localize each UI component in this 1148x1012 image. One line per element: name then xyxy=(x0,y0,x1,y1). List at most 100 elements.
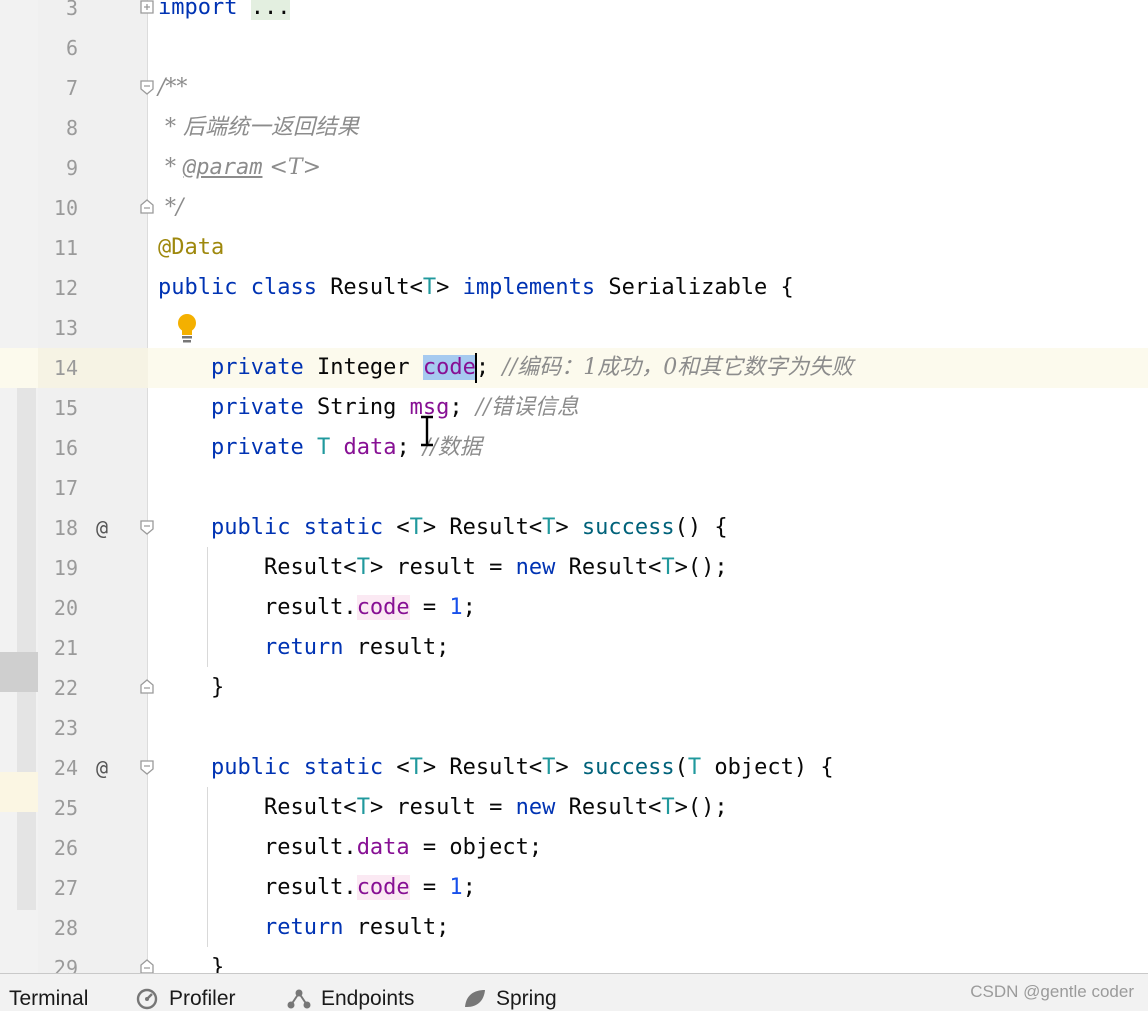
line-number: 21 xyxy=(53,636,78,660)
code-token: //编码：1成功，0和其它数字为失败 xyxy=(502,355,854,380)
code-token: ; xyxy=(449,395,476,420)
tab-profiler[interactable]: Profiler xyxy=(135,986,236,1012)
code-line[interactable]: 24 @ public static <T> Result<T> success(… xyxy=(0,748,1148,788)
code-text: /** xyxy=(158,68,187,108)
code-text: result.code = 1; xyxy=(158,868,476,908)
code-token: code xyxy=(356,875,410,900)
code-line[interactable]: 6 xyxy=(0,28,1148,68)
override-marker-icon[interactable]: @ xyxy=(96,748,108,788)
line-number: 26 xyxy=(53,836,78,860)
tab-endpoints-label: Endpoints xyxy=(321,987,415,1010)
code-token: Result< xyxy=(568,795,662,820)
code-line[interactable]: 3 import ... xyxy=(0,0,1148,28)
code-token: T xyxy=(316,435,344,460)
code-line[interactable]: 8 * 后端统一返回结果 xyxy=(0,108,1148,148)
code-text: public class Result<T> implements Serial… xyxy=(158,268,794,308)
fold-start-icon[interactable] xyxy=(139,759,155,775)
code-line[interactable]: 7 /** xyxy=(0,68,1148,108)
code-line[interactable]: 28 return result; xyxy=(0,908,1148,948)
code-text: Result<T> result = new Result<T>(); xyxy=(158,548,728,588)
lightbulb-icon[interactable] xyxy=(174,312,200,344)
tab-terminal-label: Terminal xyxy=(9,987,89,1010)
code-token: /** xyxy=(158,75,188,100)
code-token: @param xyxy=(183,155,263,180)
fold-end-icon[interactable] xyxy=(139,679,155,695)
override-marker-icon[interactable]: @ xyxy=(96,508,108,548)
fold-expand-icon[interactable] xyxy=(139,0,155,15)
line-number: 11 xyxy=(53,236,78,260)
code-line[interactable]: 9 * @param <T> xyxy=(0,148,1148,188)
code-line[interactable]: 22 } xyxy=(0,668,1148,708)
line-number: 3 xyxy=(65,0,78,20)
code-line[interactable]: 12 public class Result<T> implements Seri… xyxy=(0,268,1148,308)
indent-guide xyxy=(207,787,208,947)
code-token: object) { xyxy=(714,755,834,780)
line-number: 19 xyxy=(53,556,78,580)
code-text: * 后端统一返回结果 xyxy=(158,108,359,148)
line-number: 10 xyxy=(53,196,78,220)
code-line[interactable]: 14 private Integer code; //编码：1成功，0和其它数字… xyxy=(0,348,1148,388)
line-number: 22 xyxy=(53,676,78,700)
code-token: private xyxy=(158,355,317,380)
code-token: = object; xyxy=(409,835,543,860)
code-token: code xyxy=(356,595,410,620)
code-token: return xyxy=(263,635,357,660)
code-token: 1 xyxy=(449,875,463,900)
code-line[interactable]: 18 @ public static <T> Result<T> success(… xyxy=(0,508,1148,548)
line-number: 18 xyxy=(53,516,78,540)
code-token: > result = xyxy=(369,795,516,820)
fold-start-icon[interactable] xyxy=(139,519,155,535)
code-editor[interactable]: 3 import ... 6 7 /** 8 * 后端统一返回结果 9 * @param <… xyxy=(0,0,1148,973)
code-token: > xyxy=(555,755,582,780)
code-text: } xyxy=(158,948,224,973)
code-line[interactable]: 23 xyxy=(0,708,1148,748)
code-line[interactable]: 26 result.data = object; xyxy=(0,828,1148,868)
code-line[interactable]: 25 Result<T> result = new Result<T>(); xyxy=(0,788,1148,828)
code-token: Result< xyxy=(158,795,357,820)
line-number: 29 xyxy=(53,956,78,973)
code-line[interactable]: 20 result.code = 1; xyxy=(0,588,1148,628)
code-token: code xyxy=(422,355,476,380)
code-text: public static <T> Result<T> success(T ob… xyxy=(158,748,834,788)
text-cursor-icon xyxy=(421,415,433,447)
code-text: @Data xyxy=(158,228,224,268)
fold-start-icon[interactable] xyxy=(139,79,155,95)
code-line[interactable]: 16 private T data; //数据 xyxy=(0,428,1148,468)
code-token: result. xyxy=(158,875,357,900)
fold-end-icon[interactable] xyxy=(139,199,155,215)
code-line[interactable]: 27 result.code = 1; xyxy=(0,868,1148,908)
code-line[interactable]: 13 xyxy=(0,308,1148,348)
code-token: public static xyxy=(158,515,397,540)
code-line[interactable]: 17 xyxy=(0,468,1148,508)
code-token: new xyxy=(515,795,569,820)
code-token: result. xyxy=(158,595,357,620)
code-line[interactable]: 29 } xyxy=(0,948,1148,973)
code-line[interactable]: 19 Result<T> result = new Result<T>(); xyxy=(0,548,1148,588)
tab-endpoints[interactable]: Endpoints xyxy=(285,986,414,1012)
code-token: ( xyxy=(674,755,688,780)
code-token: ; xyxy=(462,875,476,900)
line-number: 17 xyxy=(53,476,78,500)
code-line[interactable]: 15 private String msg; //错误信息 xyxy=(0,388,1148,428)
code-token: implements xyxy=(462,275,609,300)
code-token: T xyxy=(409,755,423,780)
code-line[interactable]: 21 return result; xyxy=(0,628,1148,668)
tab-terminal[interactable]: Terminal xyxy=(9,986,88,1012)
code-token: * 后端统一返回结果 xyxy=(158,115,359,140)
tab-spring[interactable]: Spring xyxy=(462,986,557,1012)
code-text: import ... xyxy=(158,0,291,28)
code-token: @Data xyxy=(158,235,225,260)
code-token: import xyxy=(158,0,238,20)
line-number: 7 xyxy=(65,76,78,100)
code-token: () { xyxy=(674,515,728,540)
code-token: T xyxy=(661,795,675,820)
code-text: * @param <T> xyxy=(158,148,321,188)
code-line[interactable]: 11 @Data xyxy=(0,228,1148,268)
code-line[interactable]: 10 */ xyxy=(0,188,1148,228)
fold-end-icon[interactable] xyxy=(139,959,155,973)
bottom-tool-bar: Terminal Profiler Endpoints Spring CSDN … xyxy=(0,973,1148,1011)
code-token: success xyxy=(581,755,675,780)
indent-guide xyxy=(207,547,208,667)
